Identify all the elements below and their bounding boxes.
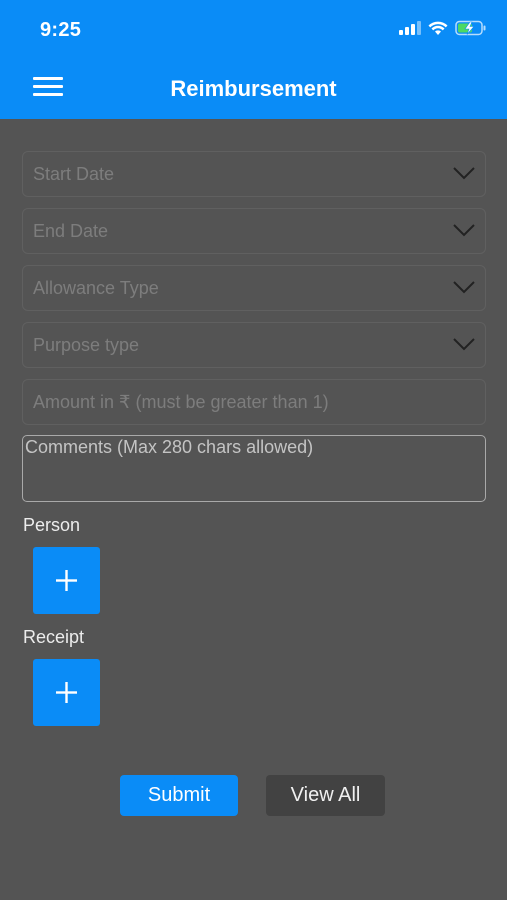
chevron-down-icon [453,167,475,180]
submit-button[interactable]: Submit [120,775,238,816]
battery-charging-icon [455,20,486,36]
add-person-button[interactable] [33,547,100,614]
view-all-button[interactable]: View All [266,775,385,816]
status-icons [399,20,487,36]
receipt-label: Receipt [23,627,85,647]
end-date-placeholder: End Date [33,221,109,241]
chevron-down-icon [453,224,475,237]
wifi-icon [428,21,448,35]
purpose-type-dropdown[interactable]: Purpose type [22,322,486,368]
cellular-signal-icon [399,21,421,35]
status-time: 9:25 [40,19,82,41]
amount-input[interactable]: Amount in ₹ (must be greater than 1) [22,379,486,425]
chevron-down-icon [453,338,475,351]
add-receipt-button[interactable] [33,659,100,726]
purpose-type-placeholder: Purpose type [33,335,140,355]
allowance-type-dropdown[interactable]: Allowance Type [22,265,486,311]
page-title: Reimbursement [170,76,337,101]
plus-icon [56,570,77,591]
plus-icon [56,682,77,703]
end-date-dropdown[interactable]: End Date [22,208,486,254]
start-date-placeholder: Start Date [33,164,115,184]
chevron-down-icon [453,281,475,294]
app-header: 9:25 Reimbursement [0,0,507,119]
comments-textarea[interactable]: Comments (Max 280 chars allowed) [22,435,486,502]
person-label: Person [23,515,81,535]
comments-placeholder: Comments (Max 280 chars allowed) [25,437,314,457]
start-date-dropdown[interactable]: Start Date [22,151,486,197]
allowance-type-placeholder: Allowance Type [33,278,159,298]
amount-placeholder: Amount in ₹ (must be greater than 1) [33,392,329,412]
